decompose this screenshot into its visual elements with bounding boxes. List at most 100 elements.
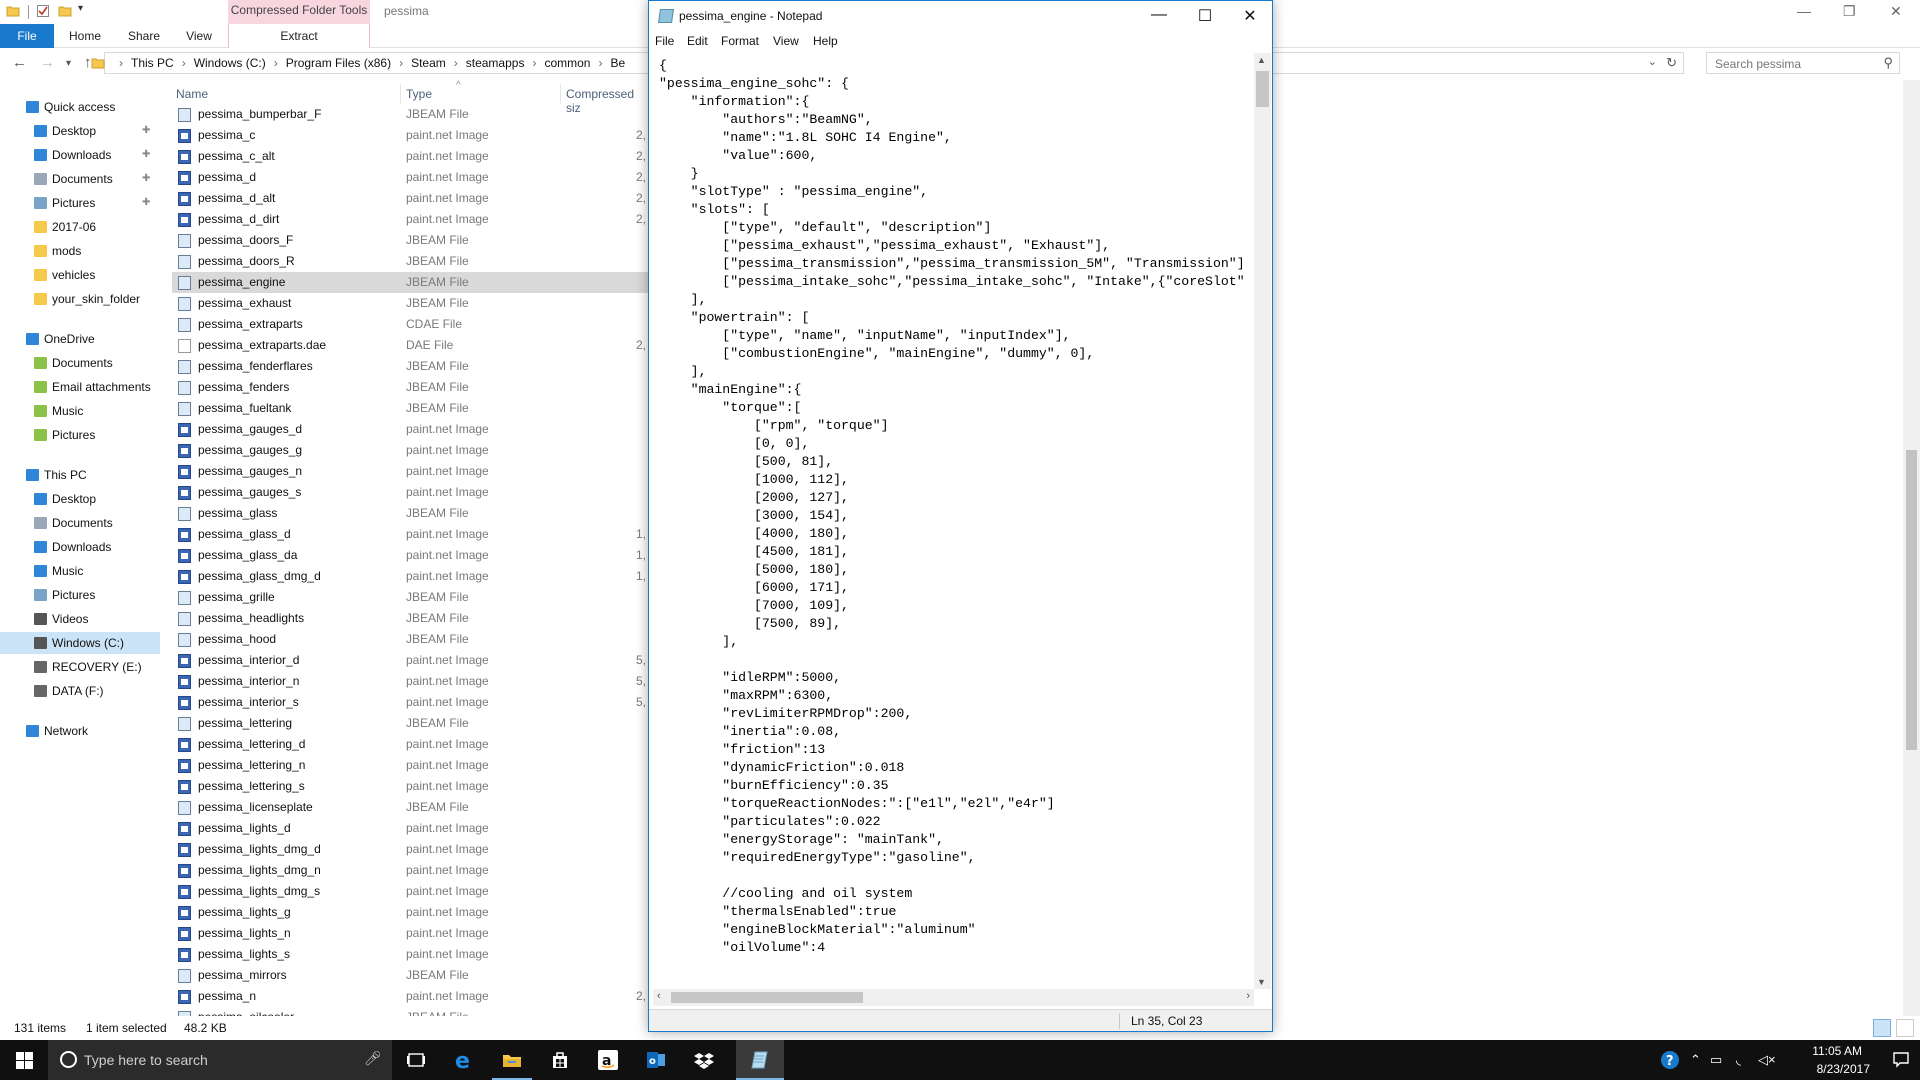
editor-vertical-scrollbar[interactable]: ▲ ▼ [1254,53,1271,989]
nav-onedrive-item[interactable]: Pictures [0,424,160,446]
start-button[interactable] [0,1040,48,1080]
nav-this-pc[interactable]: This PC [0,464,160,486]
breadcrumb-chevron-icon[interactable]: › [590,56,610,70]
nav-qa-item[interactable]: Downloads ✚ [0,144,160,166]
menu-file[interactable]: File [655,34,674,48]
nav-qa-item[interactable]: Pictures ✚ [0,192,160,214]
store-app[interactable] [536,1040,584,1080]
task-view-button[interactable] [392,1040,440,1080]
breadcrumb-chevron-icon[interactable]: › [391,56,411,70]
breadcrumb-chevron-icon[interactable]: › [524,56,544,70]
forward-arrow-icon[interactable]: → [40,54,55,71]
column-header-name[interactable]: Name [176,87,208,101]
file-row[interactable]: pessima_lettering JBEAM File [172,713,652,734]
tab-view[interactable]: View [176,24,222,48]
menu-format[interactable]: Format [721,34,759,48]
file-row[interactable]: pessima_lettering_s paint.net Image [172,776,652,797]
breadcrumb-item[interactable]: Be [610,56,625,70]
file-row[interactable]: pessima_extraparts.dae DAE File 2, [172,335,652,356]
nav-qa-item[interactable]: Documents ✚ [0,168,160,190]
breadcrumb-item[interactable]: Windows (C:) [194,56,266,70]
tab-file[interactable]: File [0,24,54,48]
file-row[interactable]: pessima_glass_da paint.net Image 1, [172,545,652,566]
breadcrumb-chevron-icon[interactable]: › [446,56,466,70]
column-header-type[interactable]: Type [406,87,432,101]
recent-locations-icon[interactable]: ▾ [66,58,71,69]
file-row[interactable]: pessima_licenseplate JBEAM File [172,797,652,818]
file-row[interactable]: pessima_d_dirt paint.net Image 2, [172,209,652,230]
file-row[interactable]: pessima_d_alt paint.net Image 2, [172,188,652,209]
taskbar-search-input[interactable]: Type here to search 🎤︎ [48,1040,392,1080]
file-row[interactable]: pessima_c paint.net Image 2, [172,125,652,146]
scroll-up-icon[interactable]: ▲ [1257,55,1266,65]
file-explorer-app[interactable] [488,1040,536,1080]
menu-edit[interactable]: Edit [687,34,708,48]
address-dropdown-icon[interactable]: ⌄ [1648,55,1657,68]
nav-onedrive-item[interactable]: Email attachments [0,376,160,398]
file-row[interactable]: pessima_gauges_s paint.net Image [172,482,652,503]
file-row[interactable]: pessima_oilcooler JBEAM File [172,1007,652,1016]
action-center-icon[interactable] [1892,1050,1910,1071]
file-row[interactable]: pessima_fueltank JBEAM File [172,398,652,419]
file-row[interactable]: pessima_glass JBEAM File [172,503,652,524]
file-row[interactable]: pessima_headlights JBEAM File [172,608,652,629]
file-row[interactable]: pessima_bumperbar_F JBEAM File [172,104,652,125]
microphone-icon[interactable]: 🎤︎ [364,1050,382,1067]
amazon-app[interactable]: a [584,1040,632,1080]
close-icon[interactable]: ✕ [1890,3,1902,20]
breadcrumb-chevron-icon[interactable]: › [266,56,286,70]
file-row[interactable]: pessima_lights_n paint.net Image [172,923,652,944]
file-row[interactable]: pessima_extraparts CDAE File [172,314,652,335]
file-row[interactable]: pessima_interior_n paint.net Image 5, [172,671,652,692]
file-row[interactable]: pessima_fenders JBEAM File [172,377,652,398]
editor-horizontal-scrollbar[interactable]: ‹ › [653,989,1254,1006]
tab-extract[interactable]: Extract [228,24,370,48]
file-row[interactable]: pessima_lettering_n paint.net Image [172,755,652,776]
show-hidden-icons-icon[interactable]: ⌃ [1690,1052,1701,1068]
file-row[interactable]: pessima_lights_d paint.net Image [172,818,652,839]
text-editor[interactable]: { "pessima_engine_sohc": { "information"… [653,53,1254,989]
file-row[interactable]: pessima_doors_F JBEAM File [172,230,652,251]
file-row[interactable]: pessima_gauges_n paint.net Image [172,461,652,482]
scrollbar-thumb[interactable] [671,992,863,1003]
file-row[interactable]: pessima_lettering_d paint.net Image [172,734,652,755]
nav-this-pc-item[interactable]: RECOVERY (E:) [0,656,160,678]
nav-qa-item[interactable]: Desktop ✚ [0,120,160,142]
scrollbar-thumb[interactable] [1906,450,1917,750]
nav-this-pc-item[interactable]: Desktop [0,488,160,510]
tab-share[interactable]: Share [118,24,170,48]
file-row[interactable]: pessima_glass_d paint.net Image 1, [172,524,652,545]
dropbox-app[interactable] [680,1040,728,1080]
breadcrumb-item[interactable]: This PC [131,56,174,70]
breadcrumb-item[interactable]: steamapps [466,56,525,70]
notepad-title-bar[interactable]: pessima_engine - Notepad — ☐ ✕ [649,1,1272,31]
nav-qa-item[interactable]: mods [0,240,160,262]
nav-this-pc-item[interactable]: Videos [0,608,160,630]
nav-quick-access[interactable]: Quick access [0,96,160,118]
nav-onedrive-item[interactable]: Documents [0,352,160,374]
nav-qa-item[interactable]: your_skin_folder [0,288,160,310]
file-row[interactable]: pessima_lights_s paint.net Image [172,944,652,965]
nav-this-pc-item[interactable]: Downloads [0,536,160,558]
properties-icon[interactable] [36,4,50,18]
wifi-icon[interactable]: ◟ [1736,1052,1741,1068]
nav-qa-item[interactable]: vehicles [0,264,160,286]
file-row[interactable]: pessima_lights_g paint.net Image [172,902,652,923]
refresh-icon[interactable]: ↻ [1666,55,1677,71]
help-icon[interactable]: ? [1660,1050,1680,1073]
nav-this-pc-item[interactable]: DATA (F:) [0,680,160,702]
minimize-icon[interactable]: — [1136,6,1182,24]
file-row[interactable]: pessima_interior_s paint.net Image 5, [172,692,652,713]
scroll-down-icon[interactable]: ▼ [1257,977,1266,987]
nav-qa-item[interactable]: 2017-06 [0,216,160,238]
nav-this-pc-item[interactable]: Pictures [0,584,160,606]
maximize-icon[interactable]: ☐ [1182,6,1228,26]
file-row[interactable]: pessima_engine JBEAM File [172,272,652,293]
file-row[interactable]: pessima_gauges_g paint.net Image [172,440,652,461]
file-row[interactable]: pessima_grille JBEAM File [172,587,652,608]
nav-network[interactable]: Network [0,720,160,742]
maximize-icon[interactable]: ❐ [1843,3,1856,20]
file-row[interactable]: pessima_doors_R JBEAM File [172,251,652,272]
column-divider[interactable] [560,84,561,104]
breadcrumb-item[interactable]: Steam [411,56,446,70]
